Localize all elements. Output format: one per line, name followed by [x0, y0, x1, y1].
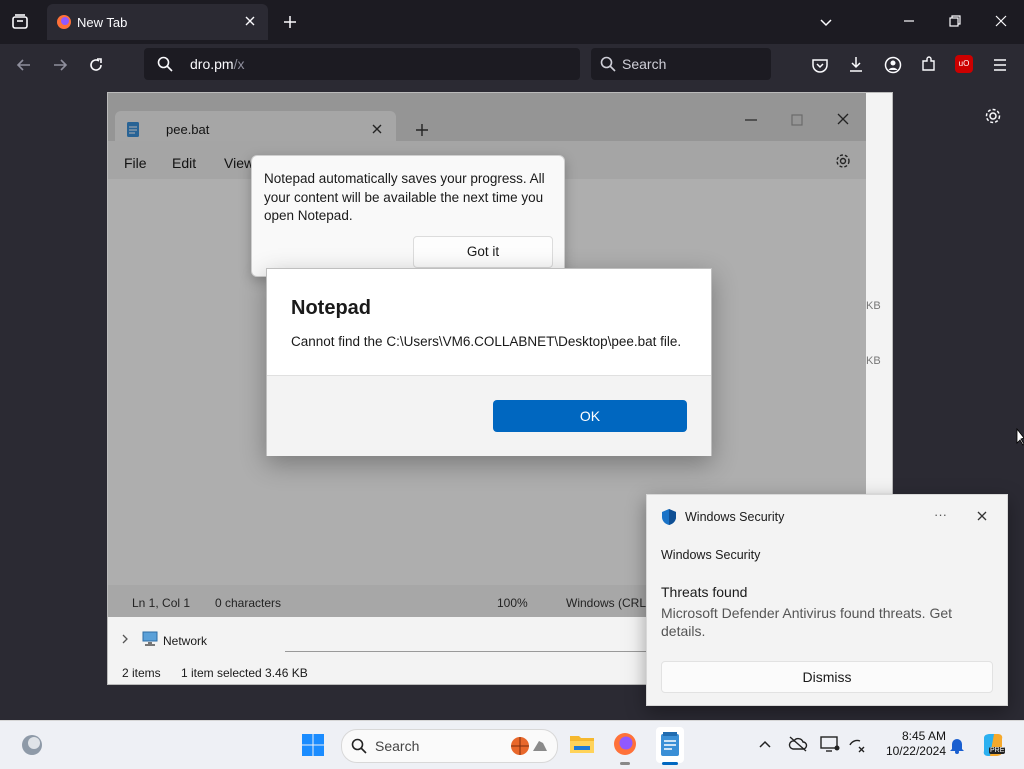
minimize-icon[interactable] — [902, 14, 916, 28]
browser-tab-bar: New Tab — [0, 0, 1024, 44]
ublock-icon[interactable]: uO — [955, 55, 973, 73]
widgets-icon[interactable] — [20, 733, 44, 757]
network-disconnected-icon[interactable] — [848, 736, 866, 754]
got-it-button[interactable]: Got it — [413, 236, 553, 268]
tab-list-icon[interactable] — [11, 13, 29, 31]
item-count: 2 items — [122, 666, 161, 680]
settings-gear-icon[interactable] — [984, 107, 1002, 125]
chevron-down-icon[interactable] — [818, 14, 834, 30]
browser-tab[interactable]: New Tab — [47, 4, 268, 40]
autosave-tip: Notepad automatically saves your progres… — [251, 155, 565, 277]
active-indicator — [662, 762, 678, 765]
running-indicator — [620, 762, 630, 765]
firefox-icon[interactable] — [612, 731, 638, 757]
chevron-right-icon[interactable] — [120, 634, 130, 644]
cloud-off-icon[interactable] — [788, 735, 808, 753]
extensions-icon[interactable] — [920, 55, 938, 73]
taskbar-search-placeholder: Search — [375, 738, 420, 754]
error-dialog: Notepad Cannot find the C:\Users\VM6.COL… — [266, 268, 712, 456]
sneaker-icon — [531, 737, 549, 755]
dialog-footer: OK — [267, 375, 711, 456]
dialog-message: Cannot find the C:\Users\VM6.COLLABNET\D… — [291, 334, 682, 349]
search-icon — [157, 56, 173, 72]
forward-icon[interactable] — [51, 56, 69, 74]
more-options-icon[interactable]: ··· — [934, 507, 947, 522]
new-tab-icon[interactable] — [282, 14, 298, 30]
toast-app-name: Windows Security — [685, 510, 785, 524]
close-window-icon[interactable] — [994, 14, 1008, 28]
scrollbar[interactable] — [285, 651, 646, 652]
file-size-kb: KB — [866, 355, 881, 367]
close-icon[interactable] — [976, 510, 988, 522]
network-label[interactable]: Network — [163, 634, 207, 648]
notepad-taskbar-icon[interactable] — [659, 731, 681, 757]
search-icon — [600, 56, 616, 72]
browser-tab-title: New Tab — [77, 15, 128, 30]
browser-toolbar: dro.pm/x Search uO — [0, 44, 1024, 86]
close-tab-icon[interactable] — [243, 14, 257, 28]
start-icon[interactable] — [301, 733, 325, 757]
web-search-placeholder: Search — [622, 56, 667, 72]
taskbar-search[interactable]: Search — [341, 729, 558, 763]
firefox-icon — [56, 14, 72, 30]
clock-time: 8:45 AM — [901, 729, 946, 743]
dismiss-button[interactable]: Dismiss — [661, 661, 993, 693]
restore-icon[interactable] — [948, 14, 962, 28]
menu-icon[interactable] — [991, 56, 1009, 74]
copilot-icon[interactable]: PRE — [980, 732, 1006, 758]
dialog-title: Notepad — [291, 297, 371, 319]
file-size-kb: KB — [866, 300, 881, 312]
chevron-up-icon[interactable] — [758, 737, 772, 751]
network-icon — [141, 631, 159, 647]
download-icon[interactable] — [847, 55, 865, 73]
cursor-icon — [1016, 428, 1024, 446]
file-explorer-strip: Network 2 items 1 item selected 3.46 KB — [108, 617, 646, 684]
basketball-icon — [510, 736, 530, 756]
back-icon[interactable] — [15, 56, 33, 74]
ok-button[interactable]: OK — [493, 400, 687, 432]
pocket-icon[interactable] — [811, 56, 829, 74]
taskbar: Search 8:45 AM 10/22/2024 PRE — [0, 720, 1024, 769]
shield-icon — [661, 508, 677, 526]
web-search-box[interactable]: Search — [591, 48, 771, 80]
toast-sender: Windows Security — [661, 548, 761, 562]
notification-bell-icon[interactable] — [949, 736, 965, 754]
copilot-badge: PRE — [989, 747, 1006, 754]
account-icon[interactable] — [884, 56, 902, 74]
reload-icon[interactable] — [87, 56, 105, 74]
tip-message: Notepad automatically saves your progres… — [264, 171, 545, 223]
search-icon — [351, 738, 367, 754]
file-explorer-icon[interactable] — [569, 732, 595, 756]
display-icon[interactable] — [820, 735, 840, 753]
selection-info: 1 item selected 3.46 KB — [181, 666, 308, 680]
clock[interactable]: 8:45 AM 10/22/2024 — [872, 729, 946, 759]
url-text: dro.pm/x — [190, 56, 245, 72]
windows-security-toast[interactable]: Windows Security ··· Windows Security Th… — [646, 494, 1008, 706]
toast-body: Microsoft Defender Antivirus found threa… — [661, 605, 953, 639]
explorer-behind: KB KB — [866, 93, 892, 493]
address-bar[interactable]: dro.pm/x — [144, 48, 580, 80]
toast-heading: Threats found — [661, 584, 748, 600]
clock-date: 10/22/2024 — [885, 744, 946, 758]
